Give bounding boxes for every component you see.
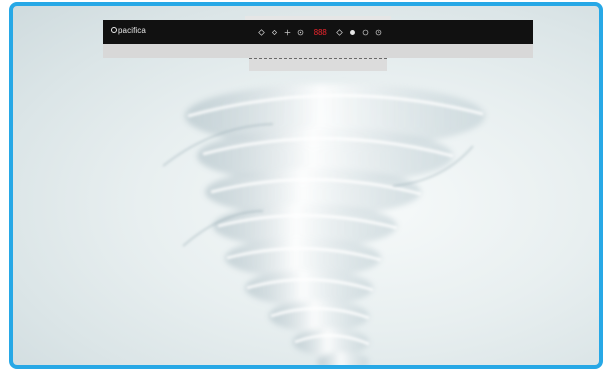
digital-display: 888	[311, 23, 329, 41]
mode-button[interactable]	[333, 23, 346, 41]
light-button[interactable]	[294, 23, 307, 41]
brand-logo: pacifica	[111, 26, 146, 35]
ring-icon	[362, 29, 369, 35]
filled-circle-icon	[350, 29, 355, 35]
clock-icon	[375, 29, 382, 35]
clock-button[interactable]	[372, 23, 385, 41]
product-frame: pacifica 888	[9, 2, 603, 369]
diamond-outline-icon	[336, 28, 343, 36]
timer-button[interactable]	[359, 23, 372, 41]
display-value: 888	[313, 27, 327, 37]
fan-down-button[interactable]	[255, 23, 268, 41]
diamond-small-icon	[271, 29, 278, 35]
hood-front-strip	[103, 44, 533, 58]
power-button[interactable]	[346, 23, 359, 41]
plus-icon	[284, 29, 291, 35]
hood-control-panel: pacifica 888	[103, 20, 533, 44]
plus-button[interactable]	[281, 23, 294, 41]
fan-up-button[interactable]	[268, 23, 281, 41]
control-buttons: 888	[255, 23, 385, 41]
diamond-outline-icon	[258, 28, 265, 36]
brand-name: pacifica	[118, 26, 146, 35]
hood-intake	[249, 58, 387, 71]
circle-dot-icon	[297, 29, 304, 35]
brand-mark-icon	[111, 27, 117, 33]
